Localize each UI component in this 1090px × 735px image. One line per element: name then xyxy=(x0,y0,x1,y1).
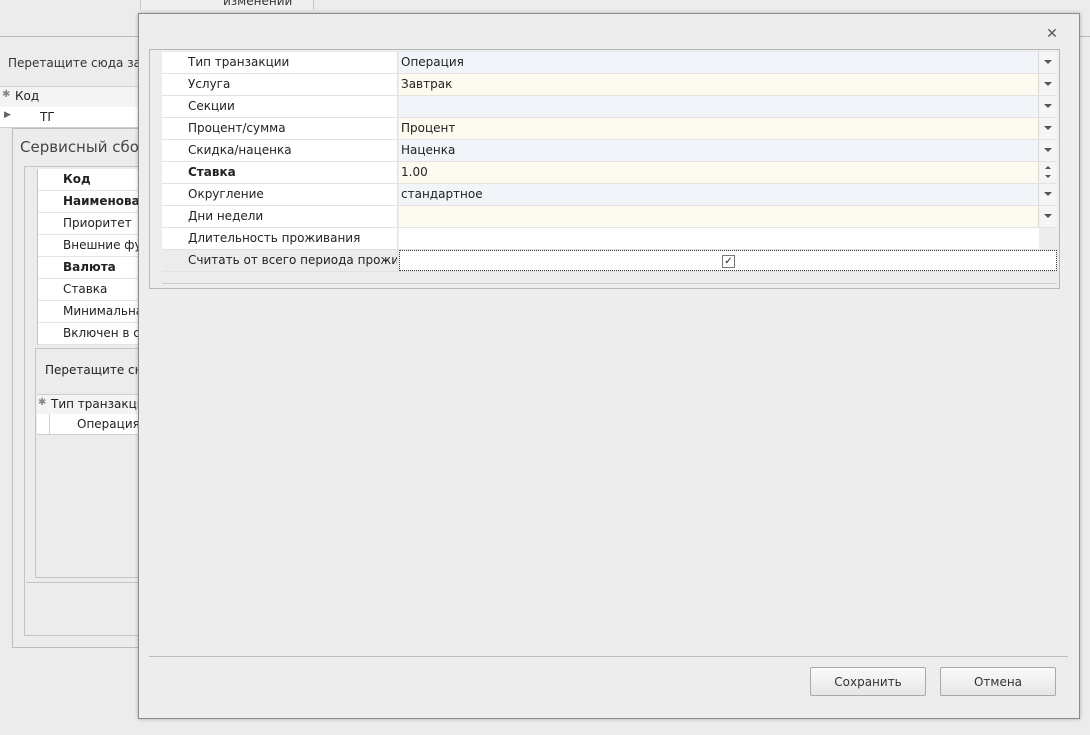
asterisk-icon: ✱ xyxy=(2,89,11,100)
property-value-rate[interactable]: 1.00 xyxy=(399,162,1039,183)
property-row-stay-duration[interactable]: Длительность проживания xyxy=(162,228,1057,250)
property-row-percent-sum[interactable]: Процент/сумма Процент xyxy=(162,118,1057,140)
dropdown-button[interactable] xyxy=(1038,118,1057,139)
property-label: Скидка/наценка xyxy=(162,140,398,161)
whole-period-checkbox[interactable]: ✓ xyxy=(722,255,735,268)
save-button[interactable]: Сохранить xyxy=(810,667,926,696)
property-value-stay-duration[interactable] xyxy=(399,228,1039,249)
property-value-discount-markup[interactable]: Наценка xyxy=(399,140,1039,161)
background-inner-grid-row[interactable]: Операция xyxy=(37,414,140,435)
chevron-down-icon xyxy=(1044,60,1052,64)
dropdown-button[interactable] xyxy=(1038,206,1057,227)
chevron-down-icon xyxy=(1044,148,1052,152)
chevron-down-icon xyxy=(1044,214,1052,218)
background-inner-grid-header[interactable]: ✱ Тип транзакци xyxy=(37,394,145,415)
background-inner-group-hint: Перетащите сю xyxy=(45,363,145,377)
spin-down-icon[interactable] xyxy=(1045,175,1051,178)
dropdown-button[interactable] xyxy=(1038,96,1057,117)
property-value-transaction-type[interactable]: Операция xyxy=(399,52,1039,73)
background-prop-label[interactable]: Минимальна xyxy=(38,301,141,323)
property-label: Считать от всего периода прожив xyxy=(162,250,398,271)
close-icon[interactable]: ✕ xyxy=(1044,26,1060,42)
background-separator xyxy=(26,582,140,583)
row-indicator-icon: ▶ xyxy=(4,110,11,120)
chevron-down-icon xyxy=(1044,82,1052,86)
property-label: Тип транзакции xyxy=(162,52,398,73)
background-grid-cell[interactable]: ТГ xyxy=(40,110,55,124)
background-tab-label: изменений xyxy=(223,0,293,8)
chevron-down-icon xyxy=(1044,192,1052,196)
background-prop-label[interactable]: Валюта xyxy=(38,257,141,279)
property-value-whole-period[interactable]: ✓ xyxy=(399,250,1057,271)
property-row-whole-period[interactable]: Считать от всего периода прожив ✓ xyxy=(162,250,1057,272)
property-label: Ставка xyxy=(162,162,398,183)
property-row-transaction-type[interactable]: Тип транзакции Операция xyxy=(162,52,1057,74)
transaction-dialog: ✕ Тип транзакции Операция Услуга Завтрак… xyxy=(138,13,1080,719)
background-prop-label[interactable]: Ставка xyxy=(38,279,141,301)
background-prop-label[interactable]: Наименова xyxy=(38,191,141,213)
asterisk-icon: ✱ xyxy=(38,397,47,408)
property-row-rate[interactable]: Ставка 1.00 xyxy=(162,162,1057,184)
background-prop-label[interactable]: Код xyxy=(38,169,141,191)
property-grid-bottom-line xyxy=(162,283,1057,284)
background-property-list: Код Наименова Приоритет Внешние фун Валю… xyxy=(37,169,141,345)
background-grid-row[interactable]: ▶ ТГ xyxy=(0,107,140,128)
property-row-discount-markup[interactable]: Скидка/наценка Наценка xyxy=(162,140,1057,162)
chevron-down-icon xyxy=(1044,104,1052,108)
background-group-panel-hint: Перетащите сюда заг xyxy=(8,56,148,70)
background-grid-column-code[interactable]: Код xyxy=(15,89,39,103)
cancel-button[interactable]: Отмена xyxy=(940,667,1056,696)
property-row-weekdays[interactable]: Дни недели xyxy=(162,206,1057,228)
property-value-service[interactable]: Завтрак xyxy=(399,74,1039,95)
property-label: Процент/сумма xyxy=(162,118,398,139)
property-grid-frame: Тип транзакции Операция Услуга Завтрак С… xyxy=(149,49,1060,289)
dropdown-button[interactable] xyxy=(1038,184,1057,205)
dropdown-button[interactable] xyxy=(1038,52,1057,73)
property-row-service[interactable]: Услуга Завтрак xyxy=(162,74,1057,96)
property-label: Длительность проживания xyxy=(162,228,398,249)
dropdown-button[interactable] xyxy=(1038,74,1057,95)
property-label: Дни недели xyxy=(162,206,398,227)
background-prop-label[interactable]: Внешние фун xyxy=(38,235,141,257)
background-inner-panel xyxy=(35,348,143,578)
property-grid: Тип транзакции Операция Услуга Завтрак С… xyxy=(162,52,1057,272)
property-value-percent-sum[interactable]: Процент xyxy=(399,118,1039,139)
background-tab[interactable]: изменений xyxy=(140,0,314,10)
background-prop-label[interactable]: Приоритет xyxy=(38,213,141,235)
property-label: Услуга xyxy=(162,74,398,95)
background-grid-header[interactable]: ✱ Код xyxy=(0,86,140,108)
row-selector[interactable] xyxy=(37,414,50,434)
background-subpanel-title: Сервисный сбор( xyxy=(20,138,155,156)
property-value-sections[interactable] xyxy=(399,96,1039,117)
background-inner-grid-column[interactable]: Тип транзакци xyxy=(51,397,145,411)
property-row-rounding[interactable]: Округление стандартное xyxy=(162,184,1057,206)
property-value-rounding[interactable]: стандартное xyxy=(399,184,1039,205)
property-value-weekdays[interactable] xyxy=(399,206,1039,227)
property-row-sections[interactable]: Секции xyxy=(162,96,1057,118)
background-prop-label[interactable]: Включен в ст xyxy=(38,323,141,345)
chevron-down-icon xyxy=(1044,126,1052,130)
spin-up-icon[interactable] xyxy=(1045,166,1051,169)
property-label: Округление xyxy=(162,184,398,205)
dropdown-button[interactable] xyxy=(1038,140,1057,161)
spin-button[interactable] xyxy=(1038,162,1057,183)
property-label: Секции xyxy=(162,96,398,117)
footer-divider xyxy=(149,656,1068,657)
background-inner-grid-cell[interactable]: Операция xyxy=(77,417,140,431)
